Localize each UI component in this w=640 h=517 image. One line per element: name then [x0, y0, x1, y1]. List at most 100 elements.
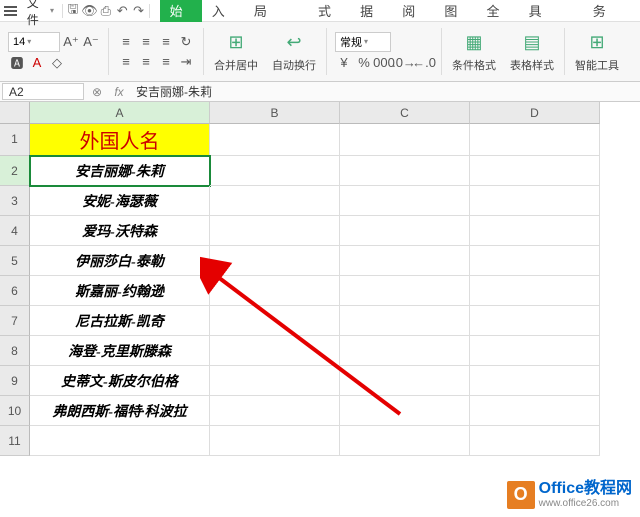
cell[interactable] [340, 276, 470, 306]
cell[interactable] [470, 276, 600, 306]
comma-icon[interactable]: 000 [375, 54, 393, 72]
cell-a9[interactable]: 史蒂文-斯皮尔伯格 [30, 366, 210, 396]
row-header[interactable]: 3 [0, 186, 30, 216]
align-left-icon[interactable]: ≡ [117, 53, 135, 71]
smart-tools-button[interactable]: ⊞ 智能工具 [569, 29, 625, 75]
tab-review[interactable]: 审阅 [392, 0, 434, 22]
col-header-c[interactable]: C [340, 102, 470, 124]
tab-insert[interactable]: 插入 [202, 0, 244, 22]
save-icon[interactable]: 🖫 [65, 2, 81, 20]
cell[interactable] [470, 366, 600, 396]
decrease-font-icon[interactable]: A⁻ [82, 33, 100, 51]
tab-data[interactable]: 数据 [350, 0, 392, 22]
percent-icon[interactable]: % [355, 54, 373, 72]
fill-color-icon[interactable]: 🅰 [8, 54, 26, 72]
number-format-selector[interactable]: 常规▾ [335, 32, 391, 52]
row-header[interactable]: 10 [0, 396, 30, 426]
merge-center-button[interactable]: ⊞ 合并居中 [208, 29, 264, 75]
cell-a3[interactable]: 安妮-海瑟薇 [30, 186, 210, 216]
cell[interactable] [210, 306, 340, 336]
cell[interactable] [340, 306, 470, 336]
cell[interactable] [340, 366, 470, 396]
cell[interactable] [470, 396, 600, 426]
fx-icon[interactable]: fx [108, 85, 130, 99]
decrease-decimal-icon[interactable]: ←.0 [415, 54, 433, 72]
row-header[interactable]: 1 [0, 124, 30, 156]
tab-view[interactable]: 视图 [434, 0, 476, 22]
cell[interactable] [210, 336, 340, 366]
tab-security[interactable]: 安全 [476, 0, 518, 22]
tab-formulas[interactable]: 公式 [308, 0, 350, 22]
cell-a5[interactable]: 伊丽莎白-泰勒 [30, 246, 210, 276]
cell[interactable] [340, 186, 470, 216]
cell-a6[interactable]: 斯嘉丽-约翰逊 [30, 276, 210, 306]
cell[interactable] [210, 186, 340, 216]
cell[interactable] [340, 124, 470, 156]
cell[interactable] [340, 426, 470, 456]
file-menu[interactable]: 文件▾ [21, 0, 60, 28]
row-header[interactable]: 9 [0, 366, 30, 396]
cell[interactable] [340, 156, 470, 186]
currency-icon[interactable]: ¥ [335, 54, 353, 72]
conditional-format-button[interactable]: ▦ 条件格式 [446, 29, 502, 75]
cell-a4[interactable]: 爱玛-沃特森 [30, 216, 210, 246]
cell-a10[interactable]: 弗朗西斯-福特·科波拉 [30, 396, 210, 426]
row-header[interactable]: 6 [0, 276, 30, 306]
cell[interactable] [470, 426, 600, 456]
select-all-corner[interactable] [0, 102, 30, 124]
cell[interactable] [210, 276, 340, 306]
row-header[interactable]: 7 [0, 306, 30, 336]
cell[interactable] [470, 124, 600, 156]
print-preview-icon[interactable]: 👁 [81, 2, 98, 20]
clear-format-icon[interactable]: ◇ [48, 54, 66, 72]
align-bottom-icon[interactable]: ≡ [157, 33, 175, 51]
tab-page-layout[interactable]: 页面布局 [244, 0, 308, 22]
col-header-b[interactable]: B [210, 102, 340, 124]
formula-bar[interactable]: 安吉丽娜-朱莉 [130, 83, 640, 100]
hamburger-icon[interactable] [4, 6, 17, 16]
cell[interactable] [340, 246, 470, 276]
cell[interactable] [210, 246, 340, 276]
orientation-icon[interactable]: ↻ [177, 33, 195, 51]
cell[interactable] [470, 336, 600, 366]
cell[interactable] [340, 396, 470, 426]
tab-home[interactable]: 开始 [160, 0, 202, 22]
cell[interactable] [470, 246, 600, 276]
cell[interactable] [340, 336, 470, 366]
col-header-d[interactable]: D [470, 102, 600, 124]
cell-a8[interactable]: 海登-克里斯滕森 [30, 336, 210, 366]
wrap-text-button[interactable]: ↩ 自动换行 [266, 29, 322, 75]
increase-font-icon[interactable]: A⁺ [62, 33, 80, 51]
cell[interactable] [470, 306, 600, 336]
indent-icon[interactable]: ⇥ [177, 53, 195, 71]
print-icon[interactable]: ⎙ [98, 2, 114, 20]
col-header-a[interactable]: A [30, 102, 210, 124]
undo-icon[interactable]: ↶ [114, 2, 130, 20]
row-header[interactable]: 8 [0, 336, 30, 366]
align-top-icon[interactable]: ≡ [117, 33, 135, 51]
cell-a2[interactable]: 安吉丽娜-朱莉 [30, 156, 210, 186]
cell[interactable] [210, 366, 340, 396]
tab-developer[interactable]: 开发工具 [519, 0, 583, 22]
cell[interactable] [340, 216, 470, 246]
row-header[interactable]: 5 [0, 246, 30, 276]
align-right-icon[interactable]: ≡ [157, 53, 175, 71]
table-style-button[interactable]: ▤ 表格样式 [504, 29, 560, 75]
row-header[interactable]: 4 [0, 216, 30, 246]
cell[interactable] [470, 156, 600, 186]
cell-a1[interactable]: 外国人名 [30, 124, 210, 156]
cell[interactable] [470, 216, 600, 246]
tab-cloud[interactable]: 云服务 [583, 0, 636, 22]
cell[interactable] [470, 186, 600, 216]
increase-decimal-icon[interactable]: .0→ [395, 54, 413, 72]
align-center-icon[interactable]: ≡ [137, 53, 155, 71]
redo-icon[interactable]: ↷ [130, 2, 146, 20]
align-middle-icon[interactable]: ≡ [137, 33, 155, 51]
font-size-selector[interactable]: 14▾ [8, 32, 60, 52]
cell-a11[interactable] [30, 426, 210, 456]
cell[interactable] [210, 156, 340, 186]
row-header[interactable]: 11 [0, 426, 30, 456]
cell[interactable] [210, 216, 340, 246]
cell[interactable] [210, 396, 340, 426]
cell[interactable] [210, 426, 340, 456]
